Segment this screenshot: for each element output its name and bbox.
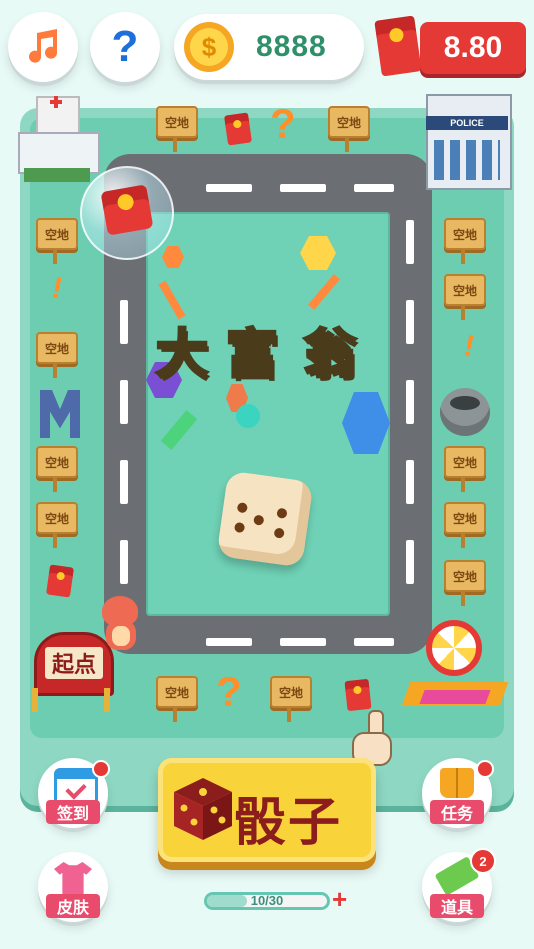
dice[interactable] — [216, 470, 314, 568]
ferris-wheel-icon — [401, 620, 510, 716]
sign-in-label: 签到 — [46, 800, 100, 824]
gold-coin-icon: $ — [184, 22, 234, 72]
coin-balance: $ 8888 — [174, 14, 364, 80]
title-char-2: 富 — [224, 325, 279, 386]
red-envelope-bubble-icon[interactable] — [80, 166, 174, 260]
empty-lot-tile: 空地 — [36, 502, 78, 534]
tshirt-icon — [54, 862, 92, 894]
empty-lot-tile: 空地 — [444, 274, 486, 306]
add-dice-button[interactable]: + — [332, 884, 347, 915]
coin-value: 8888 — [256, 30, 327, 63]
items-button[interactable]: 道具 2 — [422, 848, 496, 922]
title-char-1: 大 — [154, 325, 209, 386]
dice-progress-bar: 10/30 — [204, 892, 330, 910]
skins-label: 皮肤 — [46, 894, 100, 918]
empty-lot-tile: 空地 — [36, 446, 78, 478]
title-char-3: 翁 — [302, 325, 357, 386]
red-envelope-icon — [374, 15, 422, 77]
empty-lot-tile: 空地 — [156, 676, 198, 708]
empty-lot-tile: 空地 — [36, 332, 78, 364]
dice-icon — [174, 778, 232, 840]
items-count-badge: 2 — [470, 848, 496, 874]
red-envelope-icon — [46, 564, 74, 598]
empty-lot-tile: 空地 — [270, 676, 312, 708]
empty-lot-tile: 空地 — [328, 106, 370, 138]
question-tile-icon: ? — [216, 668, 242, 715]
notification-dot — [476, 760, 494, 778]
skins-button[interactable]: 皮肤 — [38, 852, 108, 922]
stone-well-icon — [440, 388, 490, 436]
roll-dice-button[interactable]: 骰子 — [158, 758, 376, 862]
sign-in-button[interactable]: 签到 — [38, 758, 110, 828]
question-mark-icon: ? — [111, 22, 139, 71]
dice-button-label: 骰子 — [234, 794, 343, 852]
police-label: POLICE — [426, 116, 508, 130]
empty-lot-tile: 空地 — [444, 446, 486, 478]
book-icon — [440, 768, 474, 798]
help-button[interactable]: ? — [90, 12, 160, 82]
notification-dot — [92, 760, 110, 778]
money-balance: 8.80 — [420, 22, 526, 74]
empty-lot-tile: 空地 — [156, 106, 198, 138]
question-tile-icon: ? — [270, 100, 296, 147]
red-envelope-icon — [344, 678, 372, 712]
items-label: 道具 — [430, 894, 484, 918]
progress-text: 10/30 — [250, 893, 284, 908]
svg-text:$: $ — [202, 32, 217, 62]
tasks-label: 任务 — [430, 800, 484, 824]
empty-lot-tile: 空地 — [444, 560, 486, 592]
hospital-building-icon — [14, 88, 100, 188]
empty-lot-tile: 空地 — [36, 218, 78, 250]
red-envelope-icon — [224, 112, 252, 146]
empty-lot-tile: 空地 — [444, 218, 486, 250]
dinosaur-player-token — [96, 590, 142, 652]
empty-lot-tile: 空地 — [444, 502, 486, 534]
tasks-button[interactable]: 任务 — [422, 758, 494, 828]
police-station-icon: POLICE — [420, 86, 516, 194]
music-note-icon — [29, 29, 57, 63]
music-button[interactable] — [8, 12, 78, 82]
start-label: 起点 — [45, 647, 103, 679]
